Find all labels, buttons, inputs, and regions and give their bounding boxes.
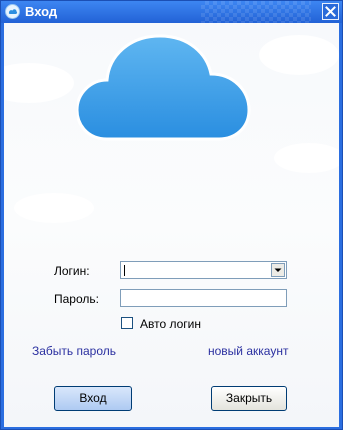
window-title: Вход <box>25 4 58 19</box>
cloud-logo-icon <box>77 34 251 141</box>
close-window-button[interactable] <box>322 3 339 20</box>
password-field[interactable] <box>120 289 287 307</box>
close-button[interactable]: Закрыть <box>211 386 287 411</box>
title-bar[interactable]: Вход <box>1 1 342 23</box>
auto-login-checkbox[interactable] <box>121 317 133 329</box>
login-button[interactable]: Вход <box>54 386 132 411</box>
close-icon <box>325 6 336 17</box>
chevron-down-icon <box>274 268 282 272</box>
title-bar-pattern <box>201 1 311 23</box>
background-cloud <box>259 35 339 75</box>
login-combobox[interactable] <box>120 261 287 279</box>
background-cloud <box>274 143 339 173</box>
app-logo-icon <box>5 4 20 19</box>
auto-login-label[interactable]: Авто логин <box>140 317 201 331</box>
forgot-password-link[interactable]: Забыть пароль <box>32 344 116 358</box>
background-cloud <box>4 63 74 103</box>
password-label: Пароль: <box>54 292 99 306</box>
new-account-link[interactable]: новый аккаунт <box>208 344 288 358</box>
login-dialog: Вход Логин: Пароль: Авто логин Забыть па… <box>0 0 343 430</box>
login-dropdown-button[interactable] <box>271 263 285 277</box>
text-caret <box>124 265 125 276</box>
login-label: Логин: <box>54 264 90 278</box>
background-cloud <box>14 193 94 223</box>
dialog-body: Логин: Пароль: Авто логин Забыть пароль … <box>4 23 339 427</box>
